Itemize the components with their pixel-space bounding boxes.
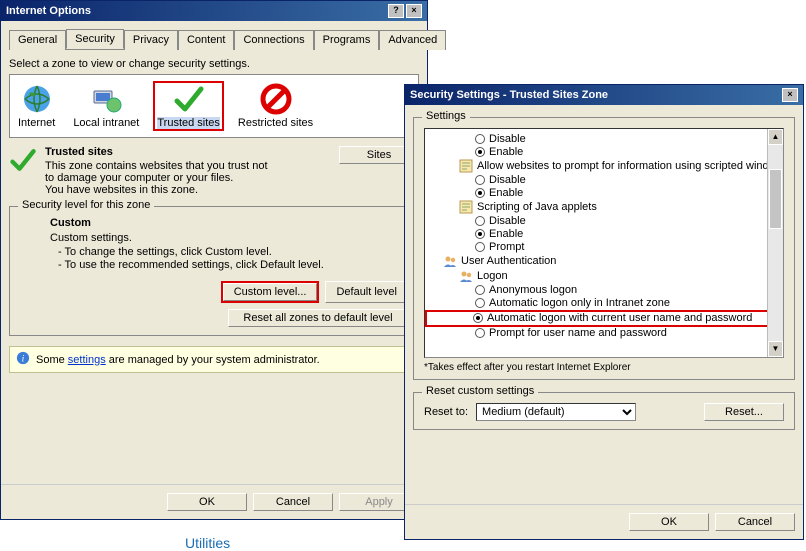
users-icon [459,269,473,283]
option-prompt-credentials[interactable]: Prompt for user name and password [427,327,781,340]
tab-general[interactable]: General [9,30,66,50]
tab-programs[interactable]: Programs [314,30,380,50]
custom-level-button[interactable]: Custom level... [223,283,318,301]
titlebar-internet-options: Internet Options ? × [1,1,427,21]
default-level-button[interactable]: Default level [325,281,408,303]
window-title: Internet Options [6,5,91,17]
trusted-heading: Trusted sites [45,146,275,158]
scroll-down-icon[interactable]: ▼ [768,341,783,357]
zones-list: Internet Local intranet Trusted sites Re… [9,74,419,138]
scrollbar[interactable]: ▲ ▼ [767,129,783,357]
category-allow-prompt: Allow websites to prompt for information… [427,159,781,174]
reset-to-label: Reset to: [424,406,468,418]
tab-privacy[interactable]: Privacy [124,30,178,50]
trusted-line1: This zone contains websites that you tru… [45,160,275,184]
option-auto-intranet[interactable]: Automatic logon only in Intranet zone [427,297,781,310]
ok-button[interactable]: OK [629,513,709,531]
reset-group: Reset custom settings Reset to: Medium (… [413,392,795,430]
info-bar: i Some settings are managed by your syst… [9,346,419,373]
option-enable[interactable]: Enable [427,228,781,241]
option-disable[interactable]: Disable [427,174,781,187]
window-title: Security Settings - Trusted Sites Zone [410,89,608,101]
option-enable[interactable]: Enable [427,187,781,200]
checkmark-large-icon [9,146,37,196]
close-button[interactable]: × [406,4,422,18]
trusted-line2: You have websites in this zone. [45,184,275,196]
scroll-thumb[interactable] [769,169,782,229]
zone-internet[interactable]: Internet [14,81,59,131]
scroll-up-icon[interactable]: ▲ [768,129,783,145]
tab-security[interactable]: Security [66,29,124,49]
titlebar-security-settings: Security Settings - Trusted Sites Zone × [405,85,803,105]
svg-text:i: i [22,354,25,365]
category-java-scripting: Scripting of Java applets [427,200,781,215]
info-icon: i [16,351,30,368]
zone-local-intranet[interactable]: Local intranet [69,81,143,131]
cancel-button[interactable]: Cancel [715,513,795,531]
reset-to-select[interactable]: Medium (default) [476,403,636,421]
security-level-legend: Security level for this zone [18,199,154,211]
settings-tree[interactable]: Disable Enable Allow websites to prompt … [424,128,784,358]
option-prompt[interactable]: Prompt [427,241,781,254]
tab-content[interactable]: Content [178,30,235,50]
users-icon [443,254,457,268]
no-entry-icon [260,83,292,115]
reset-all-zones-button[interactable]: Reset all zones to default level [228,309,408,327]
option-enable[interactable]: Enable [427,146,781,159]
trusted-description: Trusted sites This zone contains website… [45,146,275,196]
internet-options-window: Internet Options ? × General Security Pr… [0,0,428,520]
option-auto-current-user[interactable]: Automatic logon with current user name a… [425,310,783,327]
script-icon [459,159,473,173]
level-sub: Custom settings. [50,232,408,244]
close-button[interactable]: × [782,88,798,102]
level-title: Custom [50,217,408,229]
option-disable[interactable]: Disable [427,133,781,146]
security-level-group: Security level for this zone Custom Cust… [9,206,419,336]
option-disable[interactable]: Disable [427,215,781,228]
level-line-a: - To change the settings, click Custom l… [58,246,408,258]
script-icon [459,200,473,214]
level-line-b: - To use the recommended settings, click… [58,259,408,271]
tab-advanced[interactable]: Advanced [379,30,446,50]
tab-connections[interactable]: Connections [234,30,313,50]
stray-utilities-text: Utilities [185,535,230,551]
info-text: Some settings are managed by your system… [36,354,320,366]
category-user-auth: User Authentication [427,254,781,269]
security-settings-window: Security Settings - Trusted Sites Zone ×… [404,84,804,540]
globe-icon [21,83,53,115]
info-settings-link[interactable]: settings [68,354,106,366]
zone-restricted-sites[interactable]: Restricted sites [234,81,317,131]
settings-legend: Settings [422,110,470,122]
option-anonymous-logon[interactable]: Anonymous logon [427,284,781,297]
ok-button[interactable]: OK [167,493,247,511]
zone-trusted-sites[interactable]: Trusted sites [153,81,224,131]
checkmark-icon [173,83,205,115]
help-button[interactable]: ? [388,4,404,18]
category-logon: Logon [427,269,781,284]
settings-group: Settings Disable Enable Allow websites t… [413,117,795,380]
cancel-button[interactable]: Cancel [253,493,333,511]
reset-button[interactable]: Reset... [704,403,784,421]
computer-globe-icon [90,83,122,115]
restart-footnote: *Takes effect after you restart Internet… [424,362,784,373]
reset-legend: Reset custom settings [422,385,538,397]
tabs: General Security Privacy Content Connect… [9,29,419,50]
zone-select-label: Select a zone to view or change security… [9,58,419,70]
